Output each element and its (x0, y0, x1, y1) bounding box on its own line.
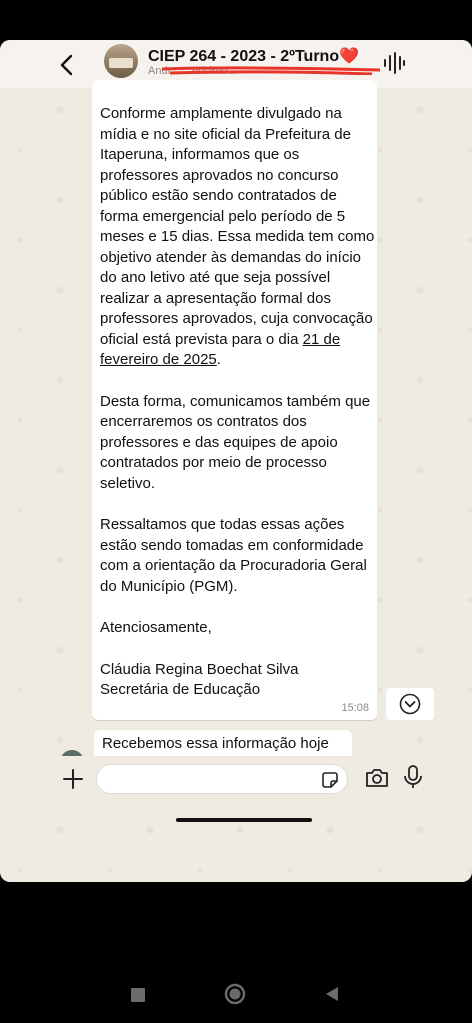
whatsapp-chat-screen: CIEP 264 - 2023 - 2ºTurno❤️ Andr... ...e… (0, 40, 472, 882)
signature-role: Secretária de Educação (100, 681, 261, 698)
back-arrow-icon[interactable] (52, 50, 82, 80)
mic-icon[interactable] (402, 764, 424, 790)
chevron-down-icon (399, 693, 421, 715)
gesture-home-bar (176, 818, 312, 822)
message-input-box[interactable] (96, 764, 348, 794)
message-time: 15:08 (341, 702, 369, 714)
message-signature: Cláudia Regina Boechat Silva Secretária d… (100, 660, 375, 701)
group-avatar[interactable] (104, 44, 138, 78)
back-triangle-icon[interactable] (323, 985, 341, 1003)
message-composer (0, 756, 472, 800)
message-paragraph: Desta forma, comunicamos também que ence… (100, 392, 371, 492)
camera-icon[interactable] (364, 766, 390, 790)
redaction-scribble (162, 66, 380, 75)
message-text: Recebemos essa informação hoje (102, 735, 329, 752)
scroll-down-button[interactable] (386, 688, 434, 720)
signature-name: Cláudia Regina Boechat Silva (100, 660, 299, 678)
message-paragraph: Atenciosamente, (100, 619, 212, 636)
message-bubble[interactable]: Conforme amplamente divulgado na mídia e… (92, 80, 377, 720)
audio-wave-icon[interactable] (382, 52, 406, 74)
home-circle-icon[interactable] (224, 983, 246, 1005)
recents-square-icon[interactable] (131, 988, 145, 1002)
message-paragraph: Ressaltamos que todas essas ações estão … (100, 516, 367, 595)
message-input[interactable] (109, 769, 313, 791)
message-text: Conforme amplamente divulgado na mídia e… (100, 104, 375, 701)
android-nav-bar (0, 960, 472, 1023)
plus-icon[interactable] (60, 766, 86, 792)
chat-title[interactable]: CIEP 264 - 2023 - 2ºTurno❤️ (148, 46, 359, 66)
message-paragraph: Conforme amplamente divulgado na mídia e… (100, 105, 375, 368)
sticker-icon[interactable] (321, 771, 339, 789)
